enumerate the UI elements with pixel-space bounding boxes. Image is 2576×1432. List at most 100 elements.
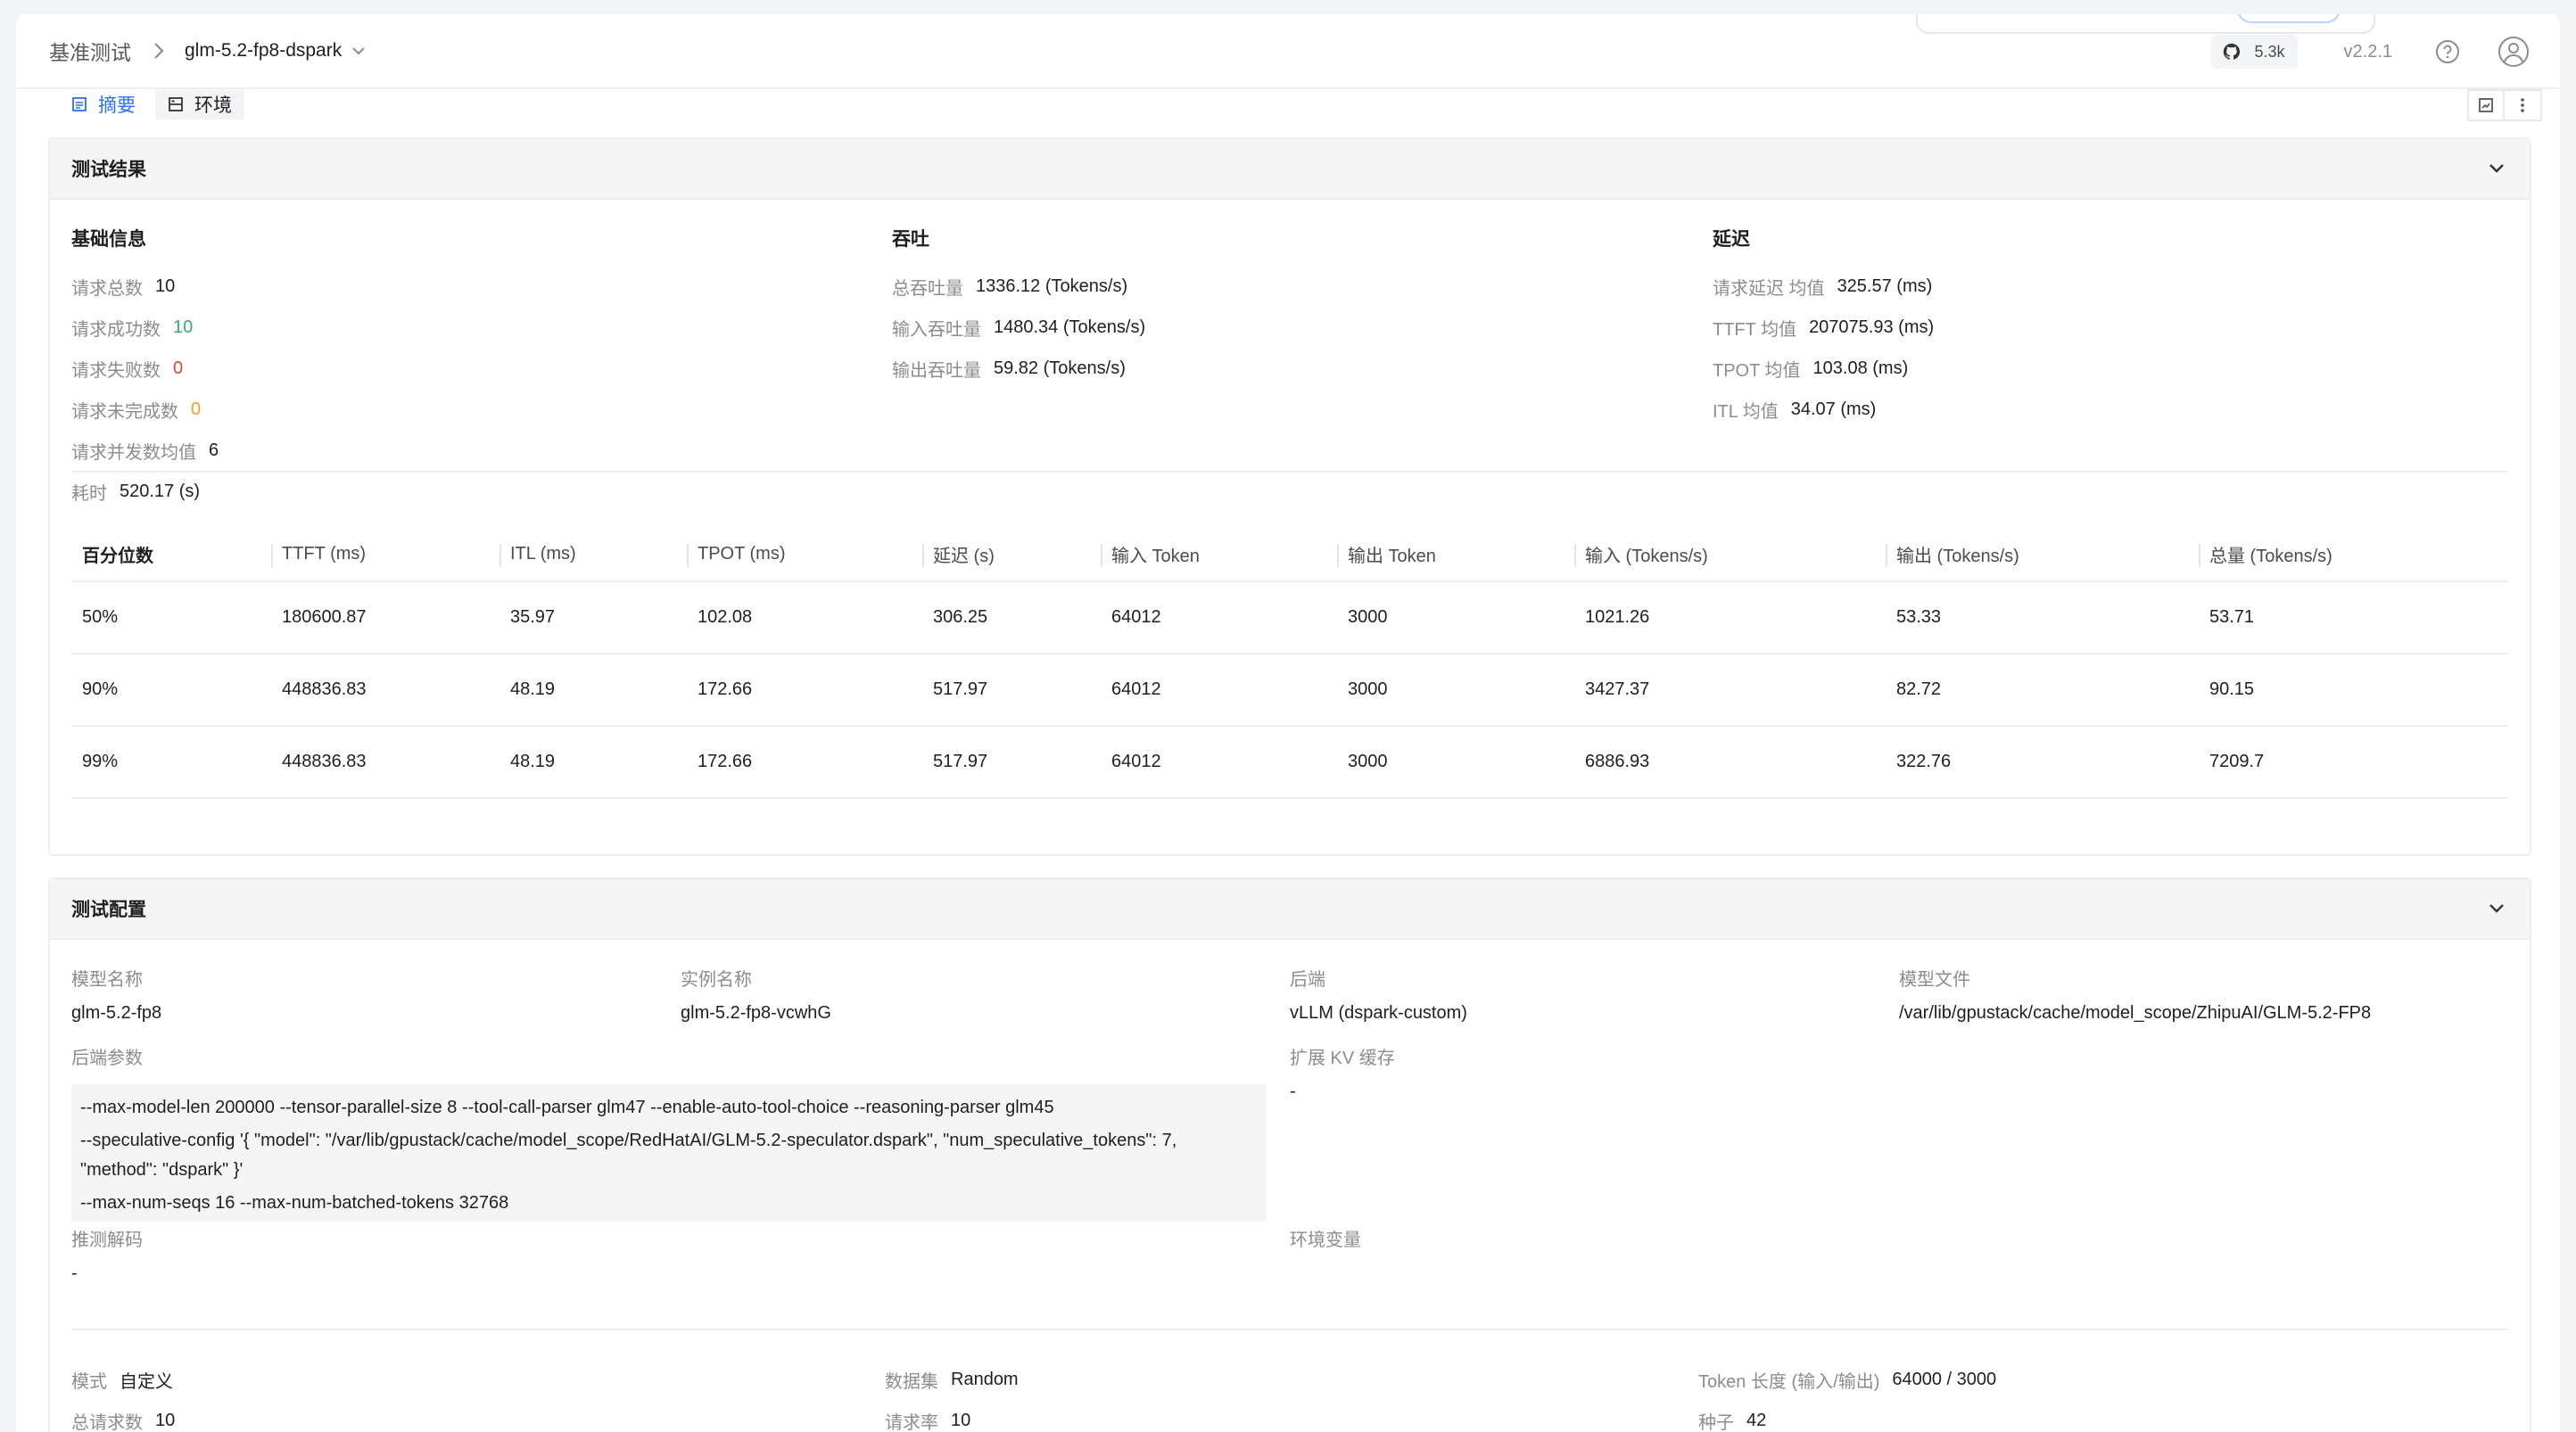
col-header: 输出 (Tokens/s) bbox=[1886, 528, 2199, 582]
table-cell: 64012 bbox=[1101, 654, 1337, 727]
tpot-mean-row: TPOT 均值 103.08 (ms) bbox=[1713, 348, 1934, 389]
table-cell: 48.19 bbox=[500, 726, 687, 799]
table-cell: 53.33 bbox=[1886, 581, 2199, 654]
table-cell: 7209.7 bbox=[2199, 726, 2508, 799]
incomplete-requests-row: 请求未完成数 0 bbox=[71, 389, 219, 430]
request-latency-row: 请求延迟 均值 325.57 (ms) bbox=[1713, 266, 1934, 307]
field-label: 实例名称 bbox=[681, 970, 752, 990]
total-throughput-row: 总吞吐量 1336.12 (Tokens/s) bbox=[892, 266, 1145, 307]
more-button[interactable] bbox=[2505, 89, 2542, 121]
ttft-mean-row: TTFT 均值 207075.93 (ms) bbox=[1713, 307, 1934, 348]
breadcrumb-root[interactable]: 基准测试 bbox=[49, 36, 131, 66]
table-cell: 172.66 bbox=[687, 654, 922, 727]
kv-label: 请求成功数 bbox=[71, 319, 161, 340]
results-card: 测试结果 基础信息 请求总数 10 请求成功数 10 请求失败数 0 请求未完成数 0 … bbox=[48, 137, 2531, 856]
chevron-down-icon[interactable] bbox=[349, 41, 368, 61]
kv-label: 输入吞吐量 bbox=[892, 319, 981, 340]
table-cell: 90% bbox=[71, 654, 271, 727]
popup-button-edge[interactable] bbox=[2237, 14, 2341, 23]
breadcrumb-current[interactable]: glm-5.2-fp8-dspark bbox=[185, 40, 342, 62]
concurrency-row: 请求并发数均值 6 bbox=[71, 430, 219, 471]
kv-value: 0 bbox=[173, 358, 184, 378]
table-cell: 64012 bbox=[1101, 726, 1337, 799]
kv-label: 请求延迟 均值 bbox=[1713, 278, 1825, 299]
kv-value: 103.08 (ms) bbox=[1812, 358, 1909, 378]
results-card-header[interactable]: 测试结果 bbox=[50, 139, 2530, 200]
chevron-down-icon[interactable] bbox=[2485, 897, 2508, 920]
tab-summary[interactable]: 摘要 bbox=[59, 89, 148, 119]
kv-label: ITL 均值 bbox=[1713, 401, 1779, 422]
dataset-row: 数据集 Random bbox=[885, 1359, 1019, 1400]
latency-section: 延迟 请求延迟 均值 325.57 (ms) TTFT 均值 207075.93 (… bbox=[1713, 225, 1934, 430]
kv-label: 输出吞吐量 bbox=[892, 360, 981, 381]
field-value: /var/lib/gpustack/cache/model_scope/Zhip… bbox=[1899, 1003, 2372, 1023]
kv-value: 325.57 (ms) bbox=[1837, 276, 1933, 296]
toolbar bbox=[2467, 89, 2542, 121]
github-stars-badge[interactable]: 5.3k bbox=[2211, 35, 2298, 69]
kv-value: 59.82 (Tokens/s) bbox=[994, 358, 1126, 378]
total-requests-row: 请求总数 10 bbox=[71, 266, 219, 307]
env-vars-field: 环境变量 bbox=[1290, 1225, 1361, 1251]
kv-cache-field: 扩展 KV 缓存 - bbox=[1290, 1043, 1395, 1102]
config-card: 测试配置 模型名称 glm-5.2-fp8 实例名称 glm-5.2-fp8-v… bbox=[48, 877, 2531, 1432]
table-header-row: 百分位数 TTFT (ms) ITL (ms) TPOT (ms) 延迟 (s)… bbox=[71, 528, 2508, 582]
tab-environment-label: 环境 bbox=[194, 95, 232, 116]
backend-params-box: --max-model-len 200000 --tensor-parallel… bbox=[71, 1084, 1267, 1222]
table-cell: 50% bbox=[71, 581, 271, 654]
seed-row: 种子 42 bbox=[1698, 1400, 1996, 1432]
col-header: 输入 Token bbox=[1101, 528, 1337, 582]
col-header: 输出 Token bbox=[1337, 528, 1574, 582]
version-label: v2.2.1 bbox=[2343, 41, 2392, 62]
field-value: - bbox=[71, 1263, 78, 1283]
basic-info-section: 基础信息 请求总数 10 请求成功数 10 请求失败数 0 请求未完成数 0 请求并发数… bbox=[71, 225, 219, 512]
config-card-header[interactable]: 测试配置 bbox=[50, 879, 2530, 940]
kv-label: 请求总数 bbox=[71, 278, 143, 299]
table-cell: 172.66 bbox=[687, 726, 922, 799]
field-label: 扩展 KV 缓存 bbox=[1290, 1049, 1395, 1068]
kv-label: 总请求数 bbox=[71, 1412, 143, 1432]
field-value: - bbox=[1290, 1082, 1296, 1101]
export-button[interactable] bbox=[2467, 89, 2505, 121]
help-icon[interactable] bbox=[2433, 37, 2462, 66]
kv-label: 总吞吐量 bbox=[892, 278, 963, 299]
kv-label: 请求并发数均值 bbox=[71, 442, 196, 463]
percentile-table: 百分位数 TTFT (ms) ITL (ms) TPOT (ms) 延迟 (s)… bbox=[71, 528, 2508, 799]
user-avatar-icon[interactable] bbox=[2496, 34, 2531, 70]
table-cell: 64012 bbox=[1101, 581, 1337, 654]
itl-mean-row: ITL 均值 34.07 (ms) bbox=[1713, 389, 1934, 430]
table-cell: 448836.83 bbox=[271, 726, 500, 799]
instance-name-field: 实例名称 glm-5.2-fp8-vcwhG bbox=[681, 965, 831, 1024]
kv-value: 10 bbox=[155, 1410, 176, 1430]
kv-label: TTFT 均值 bbox=[1713, 319, 1797, 340]
table-row: 50% 180600.87 35.97 102.08 306.25 64012 … bbox=[71, 581, 2508, 654]
table-row: 90% 448836.83 48.19 172.66 517.97 64012 … bbox=[71, 654, 2508, 727]
kv-value: 520.17 (s) bbox=[120, 481, 201, 501]
kv-value: 1480.34 (Tokens/s) bbox=[994, 317, 1146, 337]
col-header: ITL (ms) bbox=[500, 528, 687, 582]
spec-decode-field: 推测解码 - bbox=[71, 1225, 143, 1284]
chevron-down-icon[interactable] bbox=[2485, 157, 2508, 180]
section-divider bbox=[71, 1329, 2508, 1330]
github-icon bbox=[2224, 43, 2241, 60]
field-label: 环境变量 bbox=[1290, 1230, 1361, 1250]
export-icon bbox=[2479, 98, 2493, 112]
kv-label: 请求失败数 bbox=[71, 360, 161, 381]
request-rate-row: 请求率 10 bbox=[885, 1400, 1019, 1432]
document-icon bbox=[72, 97, 87, 111]
param-line: --speculative-config '{ "model": "/var/l… bbox=[80, 1131, 1177, 1150]
run-settings-col-1: 模式 自定义 总请求数 10 bbox=[71, 1359, 175, 1432]
field-value: vLLM (dspark-custom) bbox=[1290, 1003, 1467, 1023]
param-line: "method": "dspark" }' bbox=[80, 1160, 244, 1180]
backend-params-field: 后端参数 bbox=[71, 1043, 143, 1069]
kv-value: Random bbox=[951, 1369, 1019, 1389]
tab-environment[interactable]: 环境 bbox=[155, 89, 244, 119]
table-cell: 99% bbox=[71, 726, 271, 799]
output-throughput-row: 输出吞吐量 59.82 (Tokens/s) bbox=[892, 348, 1145, 389]
col-header: 总量 (Tokens/s) bbox=[2199, 528, 2508, 582]
table-cell: 180600.87 bbox=[271, 581, 500, 654]
model-file-field: 模型文件 /var/lib/gpustack/cache/model_scope… bbox=[1899, 965, 2371, 1024]
table-cell: 35.97 bbox=[500, 581, 687, 654]
table-row: 99% 448836.83 48.19 172.66 517.97 64012 … bbox=[71, 726, 2508, 799]
table-cell: 48.19 bbox=[500, 654, 687, 727]
kv-value: 34.07 (ms) bbox=[1790, 399, 1877, 419]
